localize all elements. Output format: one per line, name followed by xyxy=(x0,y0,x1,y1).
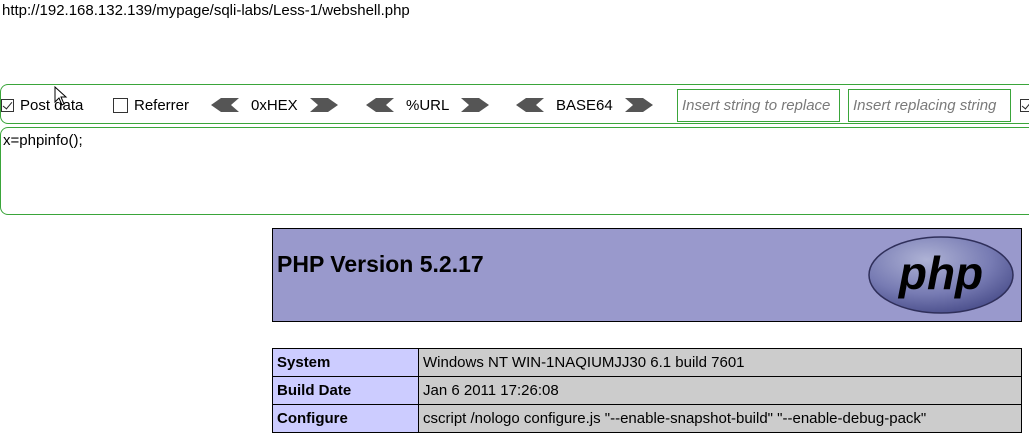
find-string-placeholder: Insert string to replace xyxy=(682,97,831,114)
hackbar-toolbar: Post data Referrer 0xHEX %URL BASE64 Ins… xyxy=(0,84,1029,124)
php-logo-icon: php xyxy=(868,236,1014,314)
base64-encoder: BASE64 xyxy=(516,94,653,116)
replace-string-placeholder: Insert replacing string xyxy=(853,97,997,114)
referrer-checkbox[interactable] xyxy=(113,97,128,113)
info-key: System xyxy=(272,348,419,377)
base64-label: BASE64 xyxy=(556,96,613,114)
url-field[interactable]: http://192.168.132.139/mypage/sqli-labs/… xyxy=(0,0,1029,84)
url-text: http://192.168.132.139/mypage/sqli-labs/… xyxy=(2,2,410,19)
info-row: Build Date Jan 6 2011 17:26:08 xyxy=(272,376,1022,405)
replace-all-checkbox[interactable] xyxy=(1020,98,1029,112)
hex-label: 0xHEX xyxy=(251,96,298,114)
phpinfo-header: PHP Version 5.2.17 php xyxy=(272,228,1022,322)
replace-all-toggle[interactable] xyxy=(1020,94,1029,116)
referrer-toggle[interactable]: Referrer xyxy=(113,94,189,116)
info-value: Jan 6 2011 17:26:08 xyxy=(418,376,1022,405)
url-label: %URL xyxy=(406,96,450,114)
info-key: Build Date xyxy=(272,376,419,405)
hex-decode-arrow-icon[interactable] xyxy=(211,98,239,112)
post-data-label: Post data xyxy=(20,96,84,114)
info-row: System Windows NT WIN-1NAQIUMJJ30 6.1 bui… xyxy=(272,348,1022,377)
info-value: cscript /nologo configure.js "--enable-s… xyxy=(418,404,1022,433)
mouse-cursor-icon xyxy=(54,86,68,106)
info-key: Configure xyxy=(272,404,419,433)
hex-encode-arrow-icon[interactable] xyxy=(309,98,338,112)
base64-encode-arrow-icon[interactable] xyxy=(624,98,653,112)
post-data-text: x=phpinfo(); xyxy=(3,132,83,149)
post-data-textarea[interactable]: x=phpinfo(); xyxy=(0,127,1029,215)
referrer-label: Referrer xyxy=(134,96,190,114)
url-encoder: %URL xyxy=(366,94,490,116)
info-row: Configure cscript /nologo configure.js "-… xyxy=(272,404,1022,433)
base64-decode-arrow-icon[interactable] xyxy=(516,98,544,112)
info-value: Windows NT WIN-1NAQIUMJJ30 6.1 build 760… xyxy=(418,348,1022,377)
post-data-checkbox[interactable] xyxy=(1,98,14,112)
find-string-input[interactable]: Insert string to replace xyxy=(677,89,840,122)
url-decode-arrow-icon[interactable] xyxy=(366,98,394,112)
hex-encoder: 0xHEX xyxy=(211,94,338,116)
phpinfo-table: System Windows NT WIN-1NAQIUMJJ30 6.1 bui… xyxy=(272,348,1022,433)
url-encode-arrow-icon[interactable] xyxy=(461,98,490,112)
page-title: PHP Version 5.2.17 xyxy=(277,251,484,277)
post-data-toggle[interactable]: Post data xyxy=(1,94,83,116)
replace-string-input[interactable]: Insert replacing string xyxy=(848,89,1011,122)
php-logo-text: php xyxy=(897,247,983,299)
